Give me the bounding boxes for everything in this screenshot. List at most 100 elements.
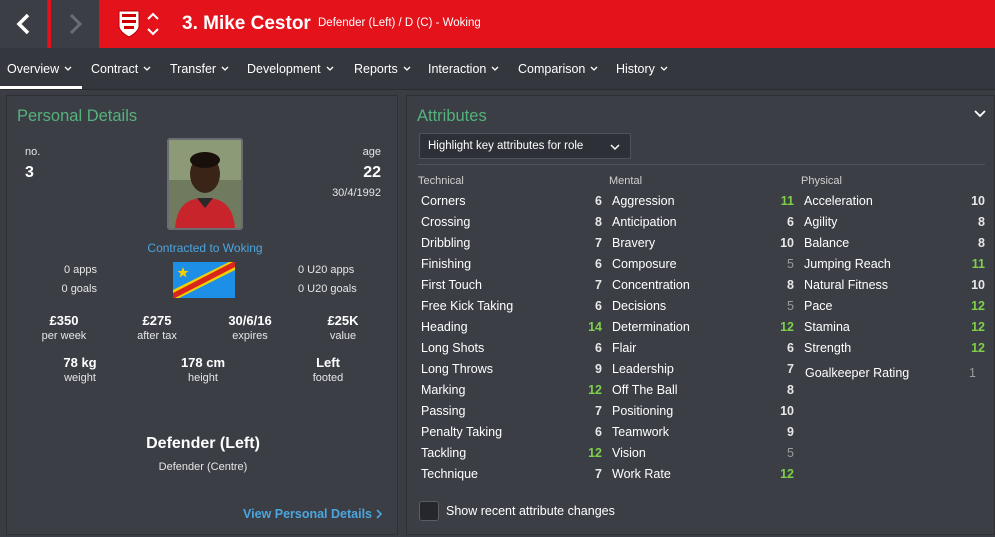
- attribute-value: 10: [780, 235, 794, 250]
- attribute-name: Passing: [421, 403, 466, 418]
- attribute-name: Leadership: [612, 361, 674, 376]
- wage-label: per week: [41, 330, 87, 342]
- club-badge-icon[interactable]: [118, 10, 140, 38]
- chevron-down-icon: [143, 66, 151, 71]
- show-changes-label[interactable]: Show recent attribute changes: [446, 504, 615, 518]
- attribute-row[interactable]: Jumping Reach 11: [804, 253, 985, 274]
- tab-comparison[interactable]: Comparison: [518, 62, 598, 76]
- attribute-row[interactable]: Crossing 8: [421, 211, 602, 232]
- tab-label: Comparison: [518, 62, 586, 76]
- attribute-row[interactable]: Finishing 6: [421, 253, 602, 274]
- attribute-row[interactable]: Decisions 5: [612, 295, 794, 316]
- wage-value: £350: [49, 313, 79, 328]
- attribute-row[interactable]: First Touch 7: [421, 274, 602, 295]
- attribute-row[interactable]: Work Rate 12: [612, 463, 794, 484]
- nationality-flag-icon[interactable]: [173, 262, 235, 298]
- attribute-row[interactable]: Flair 6: [612, 337, 794, 358]
- show-changes-checkbox[interactable]: [419, 501, 439, 521]
- tab-overview[interactable]: Overview: [7, 62, 72, 76]
- attribute-name: Vision: [612, 445, 646, 460]
- tab-bar: Overview Contract Transfer Development R…: [0, 48, 995, 90]
- attribute-row[interactable]: Long Shots 6: [421, 337, 602, 358]
- attribute-row[interactable]: Acceleration 10: [804, 190, 985, 211]
- attribute-row[interactable]: Corners 6: [421, 190, 602, 211]
- attribute-name: Anticipation: [612, 214, 677, 229]
- tab-transfer[interactable]: Transfer: [170, 62, 229, 76]
- weight-block: 78 kg weight: [40, 355, 120, 384]
- attribute-value: 6: [595, 424, 602, 439]
- attribute-value: 10: [971, 193, 985, 208]
- tab-development[interactable]: Development: [247, 62, 334, 76]
- foot-label: footed: [312, 372, 344, 384]
- attribute-value: 12: [971, 340, 985, 355]
- goalkeeper-rating-value: 1: [969, 366, 976, 380]
- attribute-name: Tackling: [421, 445, 467, 460]
- attribute-row[interactable]: Concentration 8: [612, 274, 794, 295]
- goals-count: 0 goals: [61, 283, 97, 295]
- attribute-row[interactable]: Technique 7: [421, 463, 602, 484]
- chevron-down-icon: [610, 144, 620, 151]
- contract-status-link[interactable]: Contracted to Woking: [107, 241, 303, 255]
- tab-label: Overview: [7, 62, 60, 76]
- attribute-value: 6: [595, 298, 602, 313]
- attribute-value: 6: [595, 193, 602, 208]
- attribute-row[interactable]: Determination 12: [612, 316, 794, 337]
- tab-label: Development: [247, 62, 321, 76]
- attribute-name: Finishing: [421, 256, 472, 271]
- attribute-row[interactable]: Natural Fitness 10: [804, 274, 985, 295]
- age-label: age: [362, 146, 381, 158]
- tab-contract[interactable]: Contract: [91, 62, 151, 76]
- attribute-row[interactable]: Balance 8: [804, 232, 985, 253]
- chevron-down-icon: [64, 66, 72, 71]
- player-photo: [167, 138, 243, 230]
- attribute-row[interactable]: Penalty Taking 6: [421, 421, 602, 442]
- attribute-name: Jumping Reach: [804, 256, 891, 271]
- attribute-value: 7: [595, 277, 602, 292]
- back-button[interactable]: [0, 0, 48, 48]
- attribute-value: 8: [787, 382, 794, 397]
- apps-count: 0 apps: [63, 264, 97, 276]
- attribute-row[interactable]: Stamina 12: [804, 316, 985, 337]
- view-personal-details-link[interactable]: View Personal Details: [243, 507, 382, 521]
- attribute-row[interactable]: Agility 8: [804, 211, 985, 232]
- attribute-row[interactable]: Long Throws 9: [421, 358, 602, 379]
- foot-block: Left footed: [288, 355, 368, 384]
- club-switch-arrows-icon[interactable]: [146, 11, 160, 37]
- attribute-row[interactable]: Aggression 11: [612, 190, 794, 211]
- attribute-row[interactable]: Free Kick Taking 6: [421, 295, 602, 316]
- attribute-row[interactable]: Vision 5: [612, 442, 794, 463]
- attribute-row[interactable]: Heading 14: [421, 316, 602, 337]
- attribute-row[interactable]: Pace 12: [804, 295, 985, 316]
- attribute-row[interactable]: Positioning 10: [612, 400, 794, 421]
- highlight-role-select[interactable]: Highlight key attributes for role: [419, 133, 631, 159]
- attribute-row[interactable]: Composure 5: [612, 253, 794, 274]
- forward-button[interactable]: [51, 0, 99, 48]
- attribute-name: Composure: [612, 256, 677, 271]
- attribute-row[interactable]: Tackling 12: [421, 442, 602, 463]
- tab-reports[interactable]: Reports: [354, 62, 411, 76]
- tab-interaction[interactable]: Interaction: [428, 62, 499, 76]
- tab-label: History: [616, 62, 655, 76]
- attribute-value: 10: [780, 403, 794, 418]
- tab-history[interactable]: History: [616, 62, 668, 76]
- attribute-row[interactable]: Bravery 10: [612, 232, 794, 253]
- attribute-value: 8: [978, 214, 985, 229]
- foot-value: Left: [316, 355, 340, 370]
- value-block: £25K value: [303, 313, 383, 342]
- attribute-row[interactable]: Passing 7: [421, 400, 602, 421]
- attribute-row[interactable]: Teamwork 9: [612, 421, 794, 442]
- attribute-row[interactable]: Dribbling 7: [421, 232, 602, 253]
- expires-value: 30/6/16: [228, 313, 272, 328]
- attribute-row[interactable]: Strength 12: [804, 337, 985, 358]
- attribute-row[interactable]: Anticipation 6: [612, 211, 794, 232]
- personal-details-panel: Personal Details no. 3 age 22 30/4/1992 …: [6, 95, 398, 535]
- attribute-name: Technique: [421, 466, 478, 481]
- date-of-birth: 30/4/1992: [332, 187, 381, 199]
- attribute-row[interactable]: Marking 12: [421, 379, 602, 400]
- attribute-row[interactable]: Leadership 7: [612, 358, 794, 379]
- divider: [417, 164, 985, 165]
- u20-goals-count: 0 U20 goals: [298, 283, 357, 295]
- chevron-down-icon[interactable]: [974, 110, 986, 118]
- attribute-name: Penalty Taking: [421, 424, 503, 439]
- attribute-row[interactable]: Off The Ball 8: [612, 379, 794, 400]
